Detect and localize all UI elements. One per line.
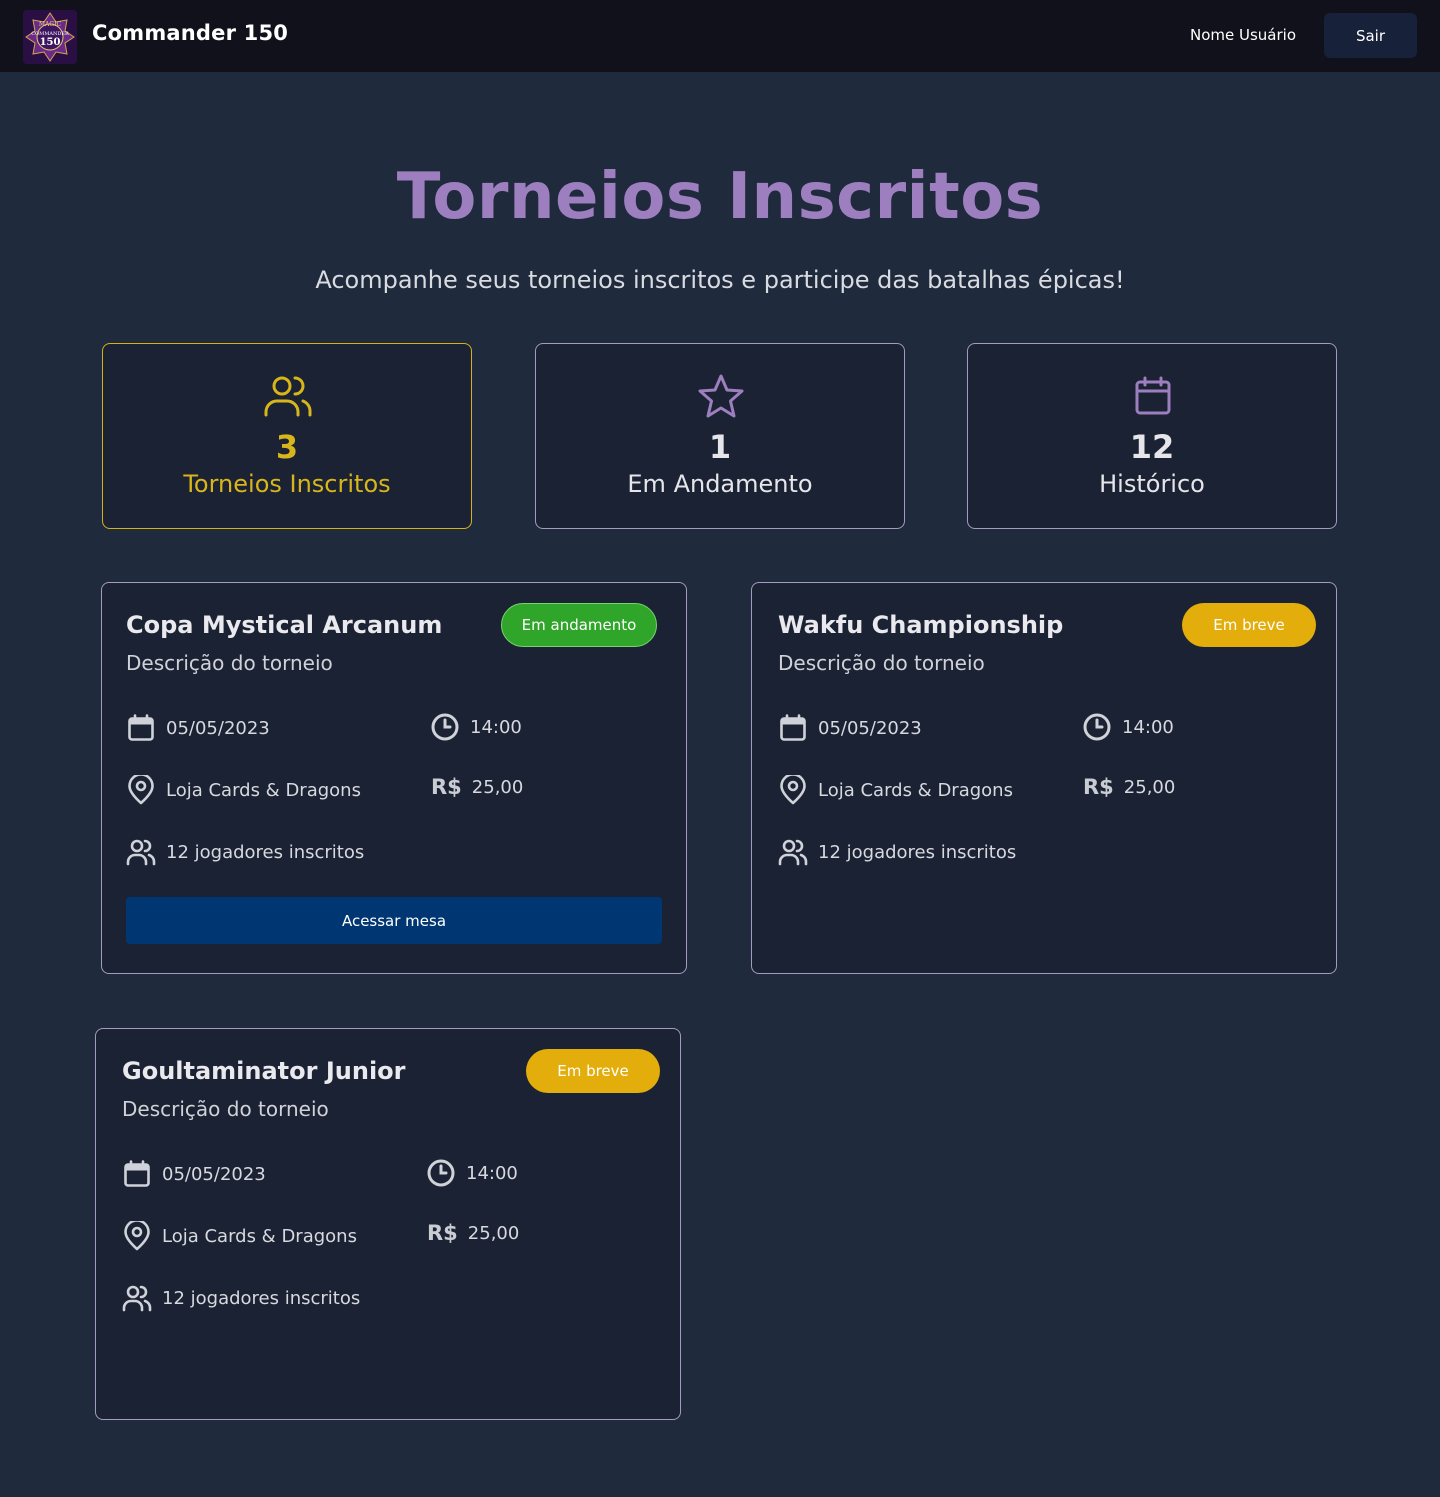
tournament-players: 12 jogadores inscritos	[126, 837, 364, 867]
location-text: Loja Cards & Dragons	[166, 779, 361, 801]
stat-card-subscribed[interactable]: 3 Torneios Inscritos	[102, 343, 472, 529]
tournament-time: 14:00	[430, 712, 522, 742]
tournament-card[interactable]: Wakfu Championship Em breve Descrição do…	[751, 582, 1337, 974]
currency-symbol: R$	[1083, 775, 1114, 799]
location-text: Loja Cards & Dragons	[818, 779, 1013, 801]
users-icon	[122, 1283, 152, 1313]
tournament-name: Goultaminator Junior	[122, 1057, 406, 1085]
tournament-players: 12 jogadores inscritos	[122, 1283, 360, 1313]
status-badge: Em breve	[1182, 603, 1316, 647]
location-text: Loja Cards & Dragons	[162, 1225, 357, 1247]
clock-icon	[430, 712, 460, 742]
page-title: Torneios Inscritos	[396, 160, 1044, 234]
tournament-location: Loja Cards & Dragons	[122, 1221, 357, 1251]
user-name[interactable]: Nome Usuário	[1190, 26, 1296, 44]
players-text: 12 jogadores inscritos	[166, 841, 365, 863]
date-text: 05/05/2023	[166, 717, 270, 739]
tournament-name: Copa Mystical Arcanum	[126, 611, 443, 639]
tournament-price: R$ 25,00	[427, 1221, 519, 1245]
location-pin-icon	[778, 775, 808, 805]
calendar-icon	[122, 1159, 152, 1189]
currency-symbol: R$	[427, 1221, 458, 1245]
players-text: 12 jogadores inscritos	[162, 1287, 361, 1309]
users-icon	[126, 837, 156, 867]
tournament-time: 14:00	[426, 1158, 518, 1188]
location-pin-icon	[122, 1221, 152, 1251]
calendar-icon	[126, 713, 156, 743]
clock-icon	[1082, 712, 1112, 742]
svg-text:150: 150	[40, 37, 61, 48]
access-table-button[interactable]: Acessar mesa	[126, 897, 662, 944]
stat-label: Histórico	[1099, 470, 1205, 498]
price-text: 25,00	[1123, 776, 1176, 798]
tournament-description: Descrição do torneio	[122, 1097, 329, 1121]
price-text: 25,00	[471, 776, 524, 798]
tournament-price: R$ 25,00	[431, 775, 523, 799]
tournament-date: 05/05/2023	[126, 713, 270, 743]
logout-button[interactable]: Sair	[1324, 13, 1417, 58]
users-icon	[778, 837, 808, 867]
date-text: 05/05/2023	[818, 717, 922, 739]
clock-icon	[426, 1158, 456, 1188]
stat-card-history[interactable]: 12 Histórico	[967, 343, 1337, 529]
date-text: 05/05/2023	[162, 1163, 266, 1185]
tournament-date: 05/05/2023	[122, 1159, 266, 1189]
tournament-players: 12 jogadores inscritos	[778, 837, 1016, 867]
stat-value: 1	[708, 428, 732, 466]
tournament-description: Descrição do torneio	[126, 651, 333, 675]
stat-value: 3	[275, 428, 299, 466]
time-text: 14:00	[470, 716, 522, 738]
time-text: 14:00	[466, 1162, 518, 1184]
stat-card-in-progress[interactable]: 1 Em Andamento	[535, 343, 905, 529]
svg-text:MAGIC: MAGIC	[39, 21, 62, 28]
users-icon	[263, 374, 313, 418]
tournament-name: Wakfu Championship	[778, 611, 1064, 639]
stat-label: Torneios Inscritos	[183, 470, 391, 498]
time-text: 14:00	[1122, 716, 1174, 738]
commander-150-logo[interactable]: MAGIC COMMANDER 150	[23, 10, 77, 64]
top-navbar: MAGIC COMMANDER 150 Commander 150 Nome U…	[0, 0, 1440, 72]
calendar-icon	[1128, 374, 1178, 418]
price-text: 25,00	[467, 1222, 520, 1244]
tournament-location: Loja Cards & Dragons	[126, 775, 361, 805]
status-badge: Em andamento	[501, 603, 657, 647]
status-badge: Em breve	[526, 1049, 660, 1093]
tournament-date: 05/05/2023	[778, 713, 922, 743]
location-pin-icon	[126, 775, 156, 805]
tournament-time: 14:00	[1082, 712, 1174, 742]
stat-value: 12	[1129, 428, 1175, 466]
calendar-icon	[778, 713, 808, 743]
page-subtitle: Acompanhe seus torneios inscritos e part…	[315, 266, 1125, 294]
tournament-price: R$ 25,00	[1083, 775, 1175, 799]
tournament-card[interactable]: Copa Mystical Arcanum Em andamento Descr…	[101, 582, 687, 974]
currency-symbol: R$	[431, 775, 462, 799]
tournament-card[interactable]: Goultaminator Junior Em breve Descrição …	[95, 1028, 681, 1420]
stat-label: Em Andamento	[627, 470, 813, 498]
tournament-description: Descrição do torneio	[778, 651, 985, 675]
star-icon	[696, 374, 746, 418]
app-title[interactable]: Commander 150	[92, 21, 288, 45]
tournament-location: Loja Cards & Dragons	[778, 775, 1013, 805]
players-text: 12 jogadores inscritos	[818, 841, 1017, 863]
